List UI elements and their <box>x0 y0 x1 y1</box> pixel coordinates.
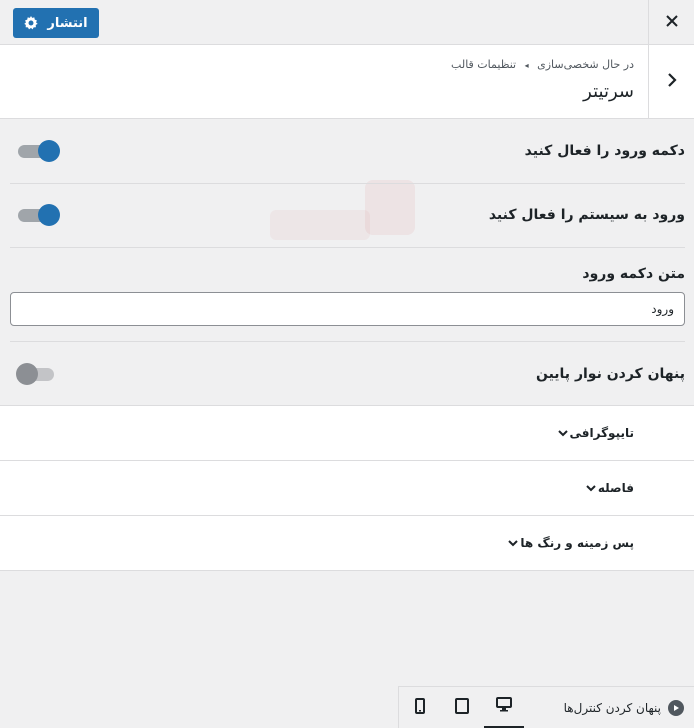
mobile-icon <box>415 698 425 718</box>
toggle-knob <box>38 140 60 162</box>
accordion-label: پس زمینه و رنگ ها <box>520 536 634 550</box>
desktop-icon <box>496 697 512 716</box>
divider <box>10 183 685 184</box>
login-button-toggle[interactable] <box>10 138 60 164</box>
accordion-header: فاصله <box>585 481 634 495</box>
device-desktop-button[interactable] <box>484 687 524 728</box>
login-text-label: متن دکمه ورود <box>582 266 685 282</box>
accordion-background-colors[interactable]: پس زمینه و رنگ ها <box>0 515 694 571</box>
chevron-down-icon <box>507 537 519 549</box>
back-button[interactable] <box>648 45 694 118</box>
divider <box>10 247 685 248</box>
accordion-header: تایپوگرافی <box>557 426 635 440</box>
gear-icon <box>24 16 39 30</box>
accordion-label: فاصله <box>597 481 634 495</box>
chevron-down-icon <box>557 427 569 439</box>
close-button[interactable] <box>648 0 694 45</box>
hide-bottom-bar-label: پنهان کردن نوار پایین <box>535 366 685 382</box>
play-icon <box>668 700 684 716</box>
hide-bottom-bar-row: پنهان کردن نوار پایین <box>10 361 685 387</box>
toggle-knob <box>16 363 38 385</box>
login-text-input[interactable] <box>10 292 685 326</box>
breadcrumb-parent: تنظیمات قالب <box>451 58 517 71</box>
customizer-footer: پنهان کردن کنترل‌ها <box>398 686 694 728</box>
section-header: در حال شخصی‌سازی ◂ تنظیمات قالب سرتیتر <box>0 45 694 119</box>
chevron-right-icon <box>666 72 678 91</box>
login-button-toggle-label: دکمه ورود را فعال کنید <box>524 143 685 159</box>
device-tablet-button[interactable] <box>442 687 482 728</box>
divider <box>10 341 685 342</box>
device-mobile-button[interactable] <box>400 687 440 728</box>
breadcrumb: در حال شخصی‌سازی ◂ تنظیمات قالب <box>451 58 634 71</box>
tablet-icon <box>455 698 469 718</box>
publish-button[interactable]: انتشار <box>13 8 99 38</box>
section-title: سرتیتر <box>583 81 634 102</box>
hide-controls-label: پنهان کردن کنترل‌ها <box>563 701 661 715</box>
hide-controls-button[interactable]: پنهان کردن کنترل‌ها <box>564 687 684 728</box>
publish-label: انتشار <box>47 15 88 31</box>
system-login-toggle-label: ورود به سیستم را فعال کنید <box>488 207 685 223</box>
system-login-row: ورود به سیستم را فعال کنید <box>10 202 685 228</box>
accordion-label: تایپوگرافی <box>569 426 635 440</box>
chevron-down-icon <box>585 482 597 494</box>
accordion-header: پس زمینه و رنگ ها <box>507 536 634 550</box>
login-text-row: متن دکمه ورود <box>10 264 685 286</box>
breadcrumb-customizing: در حال شخصی‌سازی <box>537 58 634 71</box>
login-button-row: دکمه ورود را فعال کنید <box>10 138 685 164</box>
system-login-toggle[interactable] <box>10 202 60 228</box>
accordion-spacing[interactable]: فاصله <box>0 460 694 516</box>
breadcrumb-separator: ◂ <box>524 61 529 70</box>
toggle-knob <box>38 204 60 226</box>
customizer-topbar: انتشار <box>0 0 694 45</box>
close-icon <box>665 14 679 32</box>
accordion-typography[interactable]: تایپوگرافی <box>0 405 694 461</box>
hide-bottom-bar-toggle[interactable] <box>10 361 56 387</box>
